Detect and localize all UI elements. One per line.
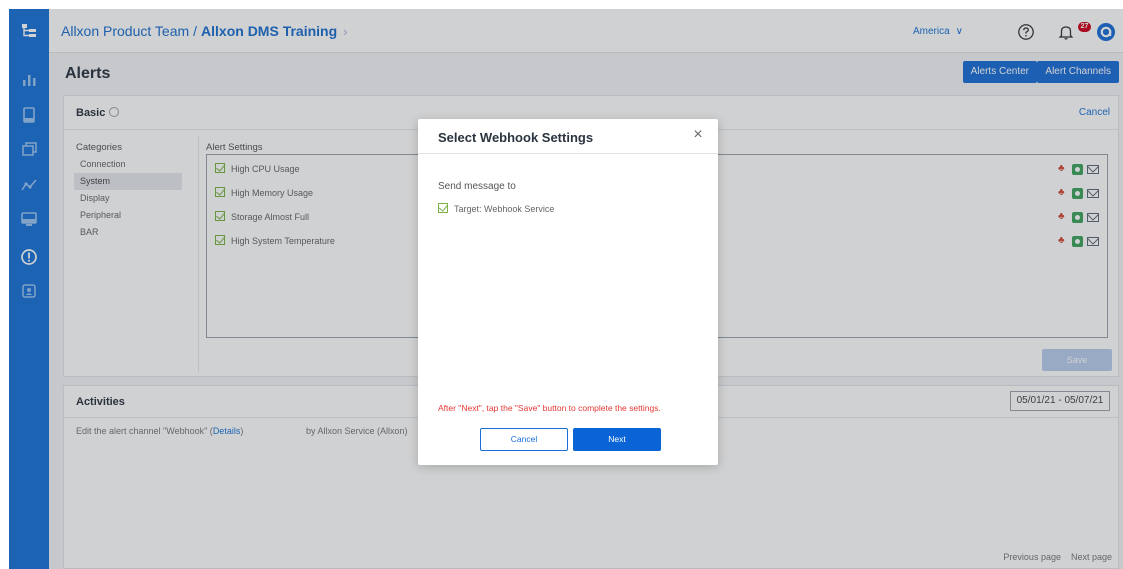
checkbox[interactable] bbox=[438, 203, 448, 213]
dialog-title: Select Webhook Settings bbox=[438, 130, 594, 145]
send-message-label: Send message to bbox=[438, 181, 516, 192]
target-label: Target: Webhook Service bbox=[454, 204, 555, 214]
app-screen: Allxon Product Team / Allxon DMS Training ›… bbox=[9, 9, 1123, 569]
hint-text: After "Next", tap the "Save" button to c… bbox=[438, 403, 661, 413]
close-icon[interactable]: × bbox=[690, 127, 706, 143]
target-option[interactable]: Target: Webhook Service bbox=[438, 203, 554, 214]
cancel-button[interactable]: Cancel bbox=[480, 428, 568, 451]
dialog-header: Select Webhook Settings × bbox=[418, 119, 718, 154]
next-button[interactable]: Next bbox=[573, 428, 661, 451]
webhook-settings-dialog: Select Webhook Settings × Send message t… bbox=[418, 119, 718, 465]
